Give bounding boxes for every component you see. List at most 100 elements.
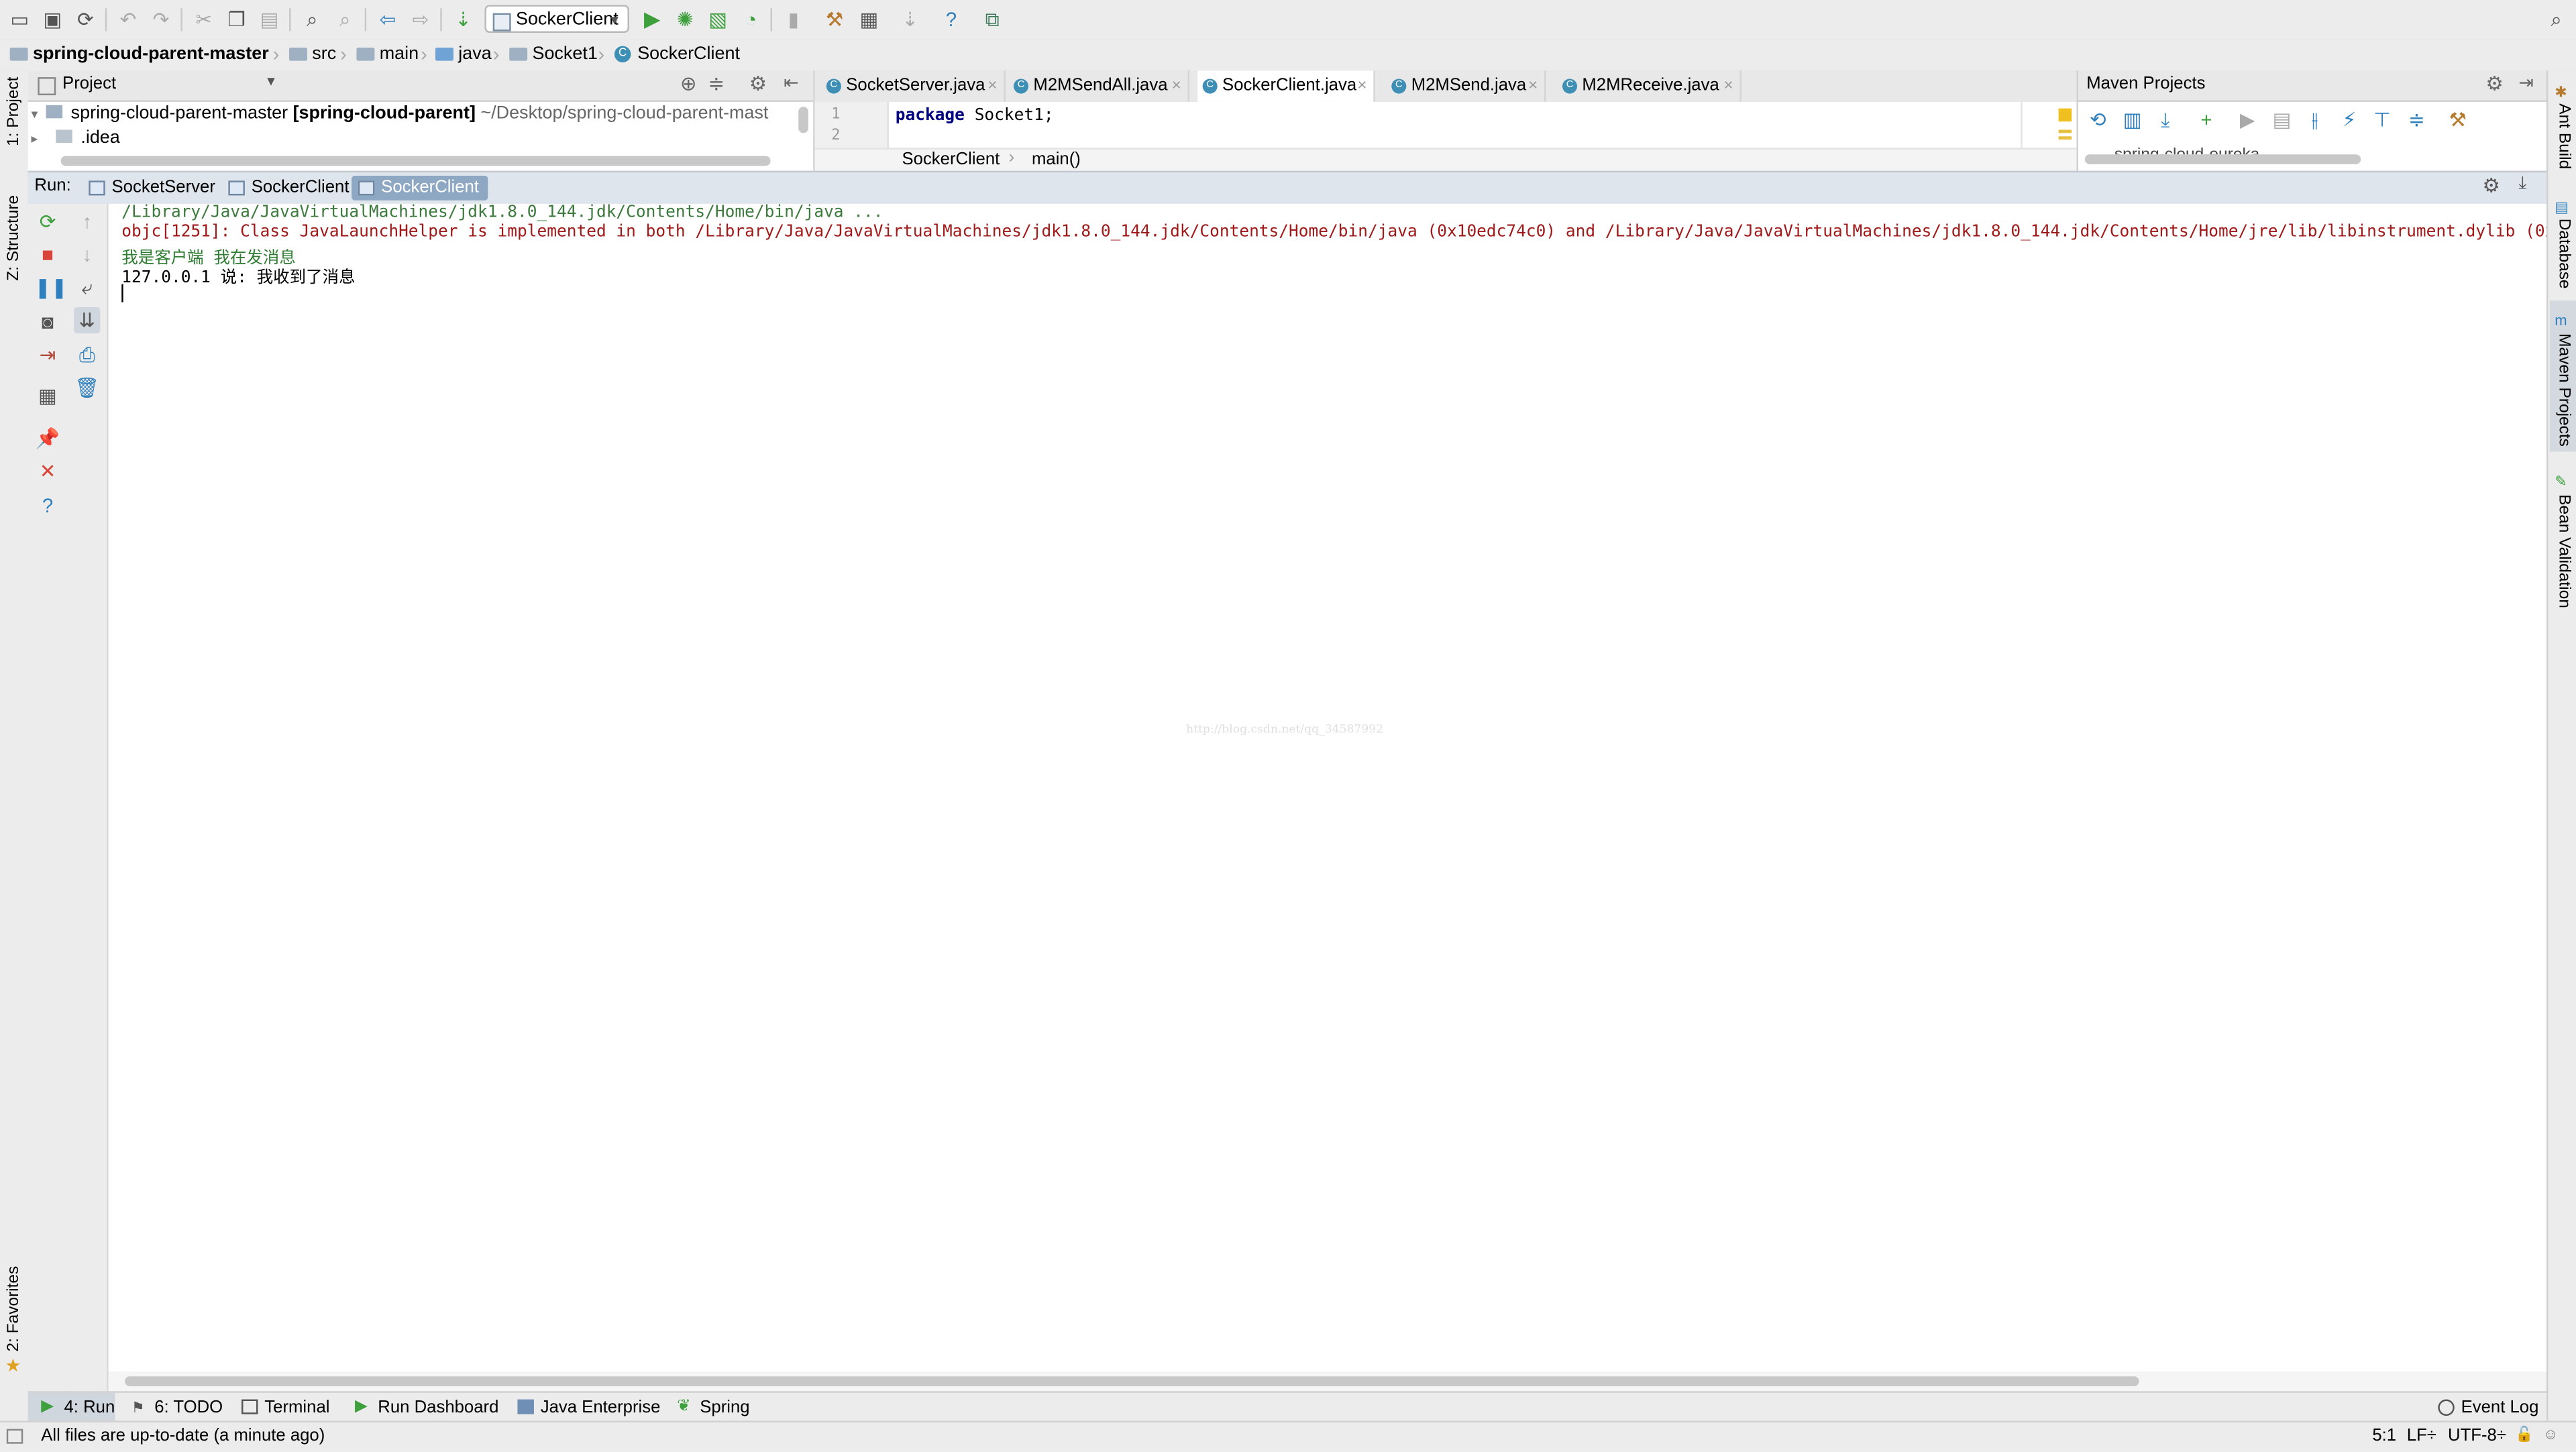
line-separator[interactable]: LF÷ bbox=[2407, 1426, 2436, 1445]
run-icon[interactable]: ▶ bbox=[639, 7, 665, 33]
close-icon[interactable]: ✕ bbox=[34, 458, 60, 484]
scroll-to-end-icon[interactable]: ⇊ bbox=[74, 306, 101, 334]
crumb-project[interactable]: spring-cloud-parent-master bbox=[9, 40, 269, 71]
tree-root[interactable]: ▾ spring-cloud-parent-master [spring-clo… bbox=[32, 103, 769, 123]
tool-tab-run[interactable]: ▶ 4: Run bbox=[41, 1393, 115, 1422]
sync-icon[interactable]: ⟳ bbox=[72, 7, 99, 33]
console-hscrollbar[interactable] bbox=[108, 1371, 2546, 1392]
close-icon[interactable]: × bbox=[1528, 70, 1538, 102]
crumb-src[interactable]: src bbox=[289, 40, 336, 71]
scroll-thumb[interactable] bbox=[125, 1376, 2139, 1386]
pin-icon[interactable]: 📌 bbox=[34, 425, 60, 451]
warning-stripe-icon[interactable] bbox=[2058, 108, 2072, 122]
tool-tab-spring[interactable]: ❦ Spring bbox=[677, 1393, 750, 1422]
execute-goal-icon[interactable]: ▤ bbox=[2271, 109, 2294, 131]
add-icon[interactable]: + bbox=[2195, 109, 2218, 131]
tab-m2msend[interactable]: C M2MSend.java × bbox=[1387, 70, 1546, 102]
crumb-main[interactable]: main bbox=[356, 40, 419, 71]
editor-crumb-class[interactable]: SockerClient bbox=[902, 150, 1000, 169]
tab-m2mreceive[interactable]: C M2MReceive.java × bbox=[1558, 70, 1741, 102]
editor-crumb-method[interactable]: main() bbox=[1032, 150, 1081, 169]
tool-tab-java-enterprise[interactable]: Java Enterprise bbox=[517, 1393, 660, 1422]
pause-icon[interactable]: ❚❚ bbox=[34, 274, 67, 300]
maven-tool-button[interactable]: Maven Projects bbox=[2555, 333, 2573, 447]
project-tool-button[interactable]: 1: Project bbox=[5, 76, 23, 146]
ant-build-tool-button[interactable]: Ant Build bbox=[2555, 103, 2573, 169]
run-tab-sockerclient-2[interactable]: SockerClient bbox=[352, 176, 488, 201]
close-icon[interactable]: × bbox=[1172, 70, 1181, 102]
help-icon[interactable]: ? bbox=[34, 493, 60, 519]
tool-tab-todo[interactable]: ⚑ 6: TODO bbox=[131, 1393, 223, 1422]
up-arrow-icon[interactable]: ↑ bbox=[74, 209, 100, 235]
toggle-offline-icon[interactable]: ⫲ bbox=[2303, 109, 2326, 131]
event-log-button[interactable]: Event Log bbox=[2438, 1393, 2538, 1422]
search-everywhere-icon[interactable]: ⌕ bbox=[2543, 7, 2569, 33]
file-encoding[interactable]: UTF-8÷ bbox=[2448, 1426, 2506, 1445]
vcs-icon[interactable]: ⇣ bbox=[897, 7, 923, 33]
gear-icon[interactable]: ⚙ bbox=[2485, 72, 2503, 95]
reimport-icon[interactable]: ⟲ bbox=[2086, 109, 2109, 131]
download-icon[interactable]: ⤓ bbox=[2154, 109, 2177, 131]
stop-icon[interactable]: ▮ bbox=[780, 7, 806, 33]
paste-icon[interactable]: ▤ bbox=[256, 7, 282, 33]
tool-tab-terminal[interactable]: Terminal bbox=[241, 1393, 329, 1422]
clear-all-icon[interactable]: 🗑 bbox=[74, 374, 100, 400]
hide-panel-icon[interactable]: ⇥ bbox=[2518, 72, 2534, 93]
bean-validation-tool-button[interactable]: Bean Validation bbox=[2555, 494, 2573, 608]
run-tab-socketserver[interactable]: SocketServer bbox=[82, 176, 223, 201]
inspector-icon[interactable]: ☺ bbox=[2543, 1426, 2559, 1442]
profile-icon[interactable]: ◔ bbox=[738, 7, 764, 33]
stop-icon[interactable]: ■ bbox=[34, 241, 60, 268]
exit-icon[interactable]: ⇥ bbox=[34, 341, 60, 368]
maven-hscrollbar[interactable] bbox=[2084, 154, 2361, 164]
tree-item-idea[interactable]: ▸ .idea bbox=[32, 128, 120, 148]
target-icon[interactable]: ⊕ bbox=[680, 72, 697, 95]
copy-icon[interactable]: ❐ bbox=[223, 7, 250, 33]
replace-icon[interactable]: ⌕ bbox=[332, 7, 358, 33]
tab-socketserver[interactable]: C SocketServer.java × bbox=[822, 70, 1006, 102]
back-icon[interactable]: ⇦ bbox=[374, 7, 400, 33]
undo-icon[interactable]: ↶ bbox=[115, 7, 141, 33]
chevron-down-icon[interactable]: ▼ bbox=[264, 74, 277, 89]
skip-tests-icon[interactable]: ⚡ bbox=[2338, 109, 2361, 131]
crumb-java[interactable]: java bbox=[435, 40, 492, 71]
settings-wrench-icon[interactable]: ⚒ bbox=[822, 7, 848, 33]
down-arrow-icon[interactable]: ↓ bbox=[74, 241, 100, 268]
lock-icon[interactable]: 🔓 bbox=[2515, 1426, 2533, 1444]
project-structure-icon[interactable]: ▦ bbox=[856, 7, 882, 33]
close-icon[interactable]: × bbox=[1357, 70, 1366, 102]
project-vscrollbar[interactable] bbox=[798, 107, 808, 133]
print-icon[interactable]: ⎙ bbox=[74, 341, 100, 368]
save-icon[interactable]: ▣ bbox=[40, 7, 66, 33]
debug-icon[interactable]: ✺ bbox=[672, 7, 698, 33]
console-output[interactable]: /Library/Java/JavaVirtualMachines/jdk1.8… bbox=[108, 203, 2546, 1372]
plugin-icon[interactable]: ⧉ bbox=[979, 7, 1006, 33]
build-icon[interactable]: ⇣ bbox=[450, 7, 476, 33]
gear-icon[interactable]: ⚙ bbox=[749, 72, 767, 95]
crumb-class[interactable]: C SockerClient bbox=[614, 40, 740, 71]
code-editor[interactable]: 1 2 package Socket1; SockerClient › main… bbox=[814, 101, 2077, 173]
show-dependencies-icon[interactable]: ⊤ bbox=[2371, 109, 2394, 131]
tab-sockerclient[interactable]: C SockerClient.java × bbox=[1197, 70, 1375, 102]
run-maven-icon[interactable]: ▶ bbox=[2236, 109, 2259, 131]
toggle-tool-windows-icon[interactable] bbox=[6, 1429, 23, 1444]
dump-threads-icon[interactable]: ◙ bbox=[34, 309, 60, 335]
hide-panel-icon[interactable]: ⇤ bbox=[784, 72, 799, 93]
structure-tool-button[interactable]: Z: Structure bbox=[5, 195, 23, 281]
project-hscrollbar[interactable] bbox=[60, 156, 771, 166]
soft-wrap-icon[interactable]: ⤶ bbox=[74, 274, 100, 300]
close-icon[interactable]: × bbox=[987, 70, 997, 102]
maven-settings-icon[interactable]: ⚒ bbox=[2447, 109, 2469, 131]
project-panel-title[interactable]: Project bbox=[62, 74, 116, 93]
gear-icon[interactable]: ⚙ bbox=[2482, 174, 2500, 197]
open-folder-icon[interactable]: ▭ bbox=[7, 7, 33, 33]
tab-m2msendall[interactable]: C M2MSendAll.java × bbox=[1009, 70, 1190, 102]
collapse-all-icon[interactable]: ≑ bbox=[2405, 109, 2428, 131]
close-icon[interactable]: × bbox=[1723, 70, 1733, 102]
run-tab-sockerclient-1[interactable]: SockerClient bbox=[222, 176, 358, 201]
rerun-icon[interactable]: ⟳ bbox=[34, 209, 60, 235]
maven-item-partial[interactable]: spring-cloud-eureka bbox=[2114, 142, 2259, 154]
layout-icon[interactable]: ▦ bbox=[34, 383, 60, 409]
tool-tab-run-dashboard[interactable]: ▶ Run Dashboard bbox=[355, 1393, 498, 1422]
database-tool-button[interactable]: Database bbox=[2555, 219, 2573, 289]
